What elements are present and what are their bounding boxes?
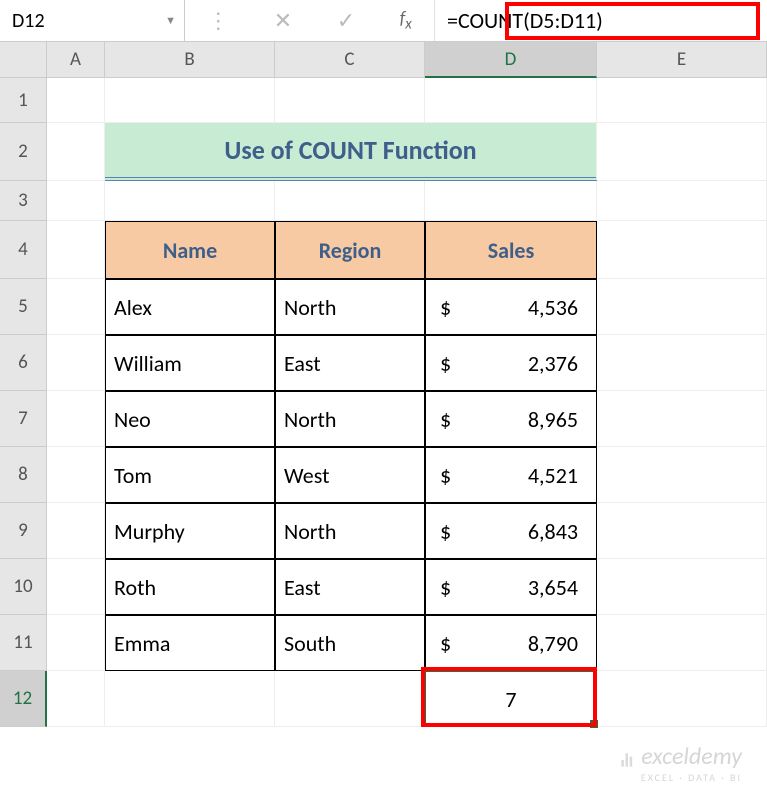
watermark-tagline: EXCEL · DATA · BI	[618, 771, 742, 784]
confirm-icon[interactable]: ✓	[327, 7, 365, 34]
currency-symbol: $	[440, 462, 451, 489]
currency-symbol: $	[440, 294, 451, 321]
cell-sales[interactable]: $4,521	[425, 447, 597, 503]
cell-region[interactable]: South	[275, 615, 425, 671]
col-header-B[interactable]: B	[105, 42, 275, 78]
cell-region[interactable]: North	[275, 279, 425, 335]
row-header-12[interactable]: 12	[0, 671, 47, 727]
cell-sales[interactable]: $2,376	[425, 335, 597, 391]
result-cell[interactable]: 7	[425, 671, 597, 727]
cell-name[interactable]: Roth	[105, 559, 275, 615]
formula-bar-controls: ⋮ ✕ ✓ fx	[185, 0, 435, 41]
sales-value: 8,790	[528, 630, 578, 657]
column-headers: ABCDE	[47, 42, 767, 78]
row-header-4[interactable]: 4	[0, 221, 47, 279]
row-header-2[interactable]: 2	[0, 123, 47, 181]
table-row: NeoNorth$8,965	[47, 391, 767, 447]
cell-name[interactable]: Alex	[105, 279, 275, 335]
row-header-3[interactable]: 3	[0, 181, 47, 221]
cell-sales[interactable]: $8,965	[425, 391, 597, 447]
row-header-9[interactable]: 9	[0, 503, 47, 559]
currency-symbol: $	[440, 630, 451, 657]
cell-region[interactable]: North	[275, 391, 425, 447]
currency-symbol: $	[440, 574, 451, 601]
table-row: RothEast$3,654	[47, 559, 767, 615]
sales-value: 3,654	[528, 574, 578, 601]
table-row: WilliamEast$2,376	[47, 335, 767, 391]
col-header-A[interactable]: A	[47, 42, 105, 78]
cell-sales[interactable]: $8,790	[425, 615, 597, 671]
table-row: MurphyNorth$6,843	[47, 503, 767, 559]
dots-icon: ⋮	[197, 7, 239, 34]
cell-name[interactable]: Tom	[105, 447, 275, 503]
table-row: AlexNorth$4,536	[47, 279, 767, 335]
cell-region[interactable]: North	[275, 503, 425, 559]
sales-value: 2,376	[528, 350, 578, 377]
cell-region[interactable]: East	[275, 335, 425, 391]
cell-name[interactable]: William	[105, 335, 275, 391]
cell-sales[interactable]: $3,654	[425, 559, 597, 615]
sales-value: 8,965	[528, 406, 578, 433]
row-headers: 123456789101112	[0, 78, 47, 727]
formula-input[interactable]: =COUNT(D5:D11)	[435, 7, 767, 34]
header-name[interactable]: Name	[105, 221, 275, 279]
sales-value: 4,536	[528, 294, 578, 321]
col-header-D[interactable]: D	[425, 42, 597, 78]
dropdown-icon[interactable]: ▼	[165, 14, 176, 27]
fx-icon[interactable]: fx	[390, 7, 422, 34]
cell-name[interactable]: Neo	[105, 391, 275, 447]
name-box[interactable]: D12 ▼	[0, 0, 185, 41]
row-header-10[interactable]: 10	[0, 559, 47, 615]
title-cell[interactable]: Use of COUNT Function	[105, 123, 597, 181]
name-box-value: D12	[12, 9, 45, 33]
watermark-title: exceldemy	[641, 742, 742, 771]
table-row: TomWest$4,521	[47, 447, 767, 503]
formula-text: =COUNT(D5:D11)	[447, 7, 603, 34]
sales-value: 6,843	[528, 518, 578, 545]
spreadsheet-grid: ABCDE 123456789101112 Use of COUNT Funct…	[0, 42, 767, 727]
currency-symbol: $	[440, 350, 451, 377]
row-header-11[interactable]: 11	[0, 615, 47, 671]
sales-value: 4,521	[528, 462, 578, 489]
row-header-8[interactable]: 8	[0, 447, 47, 503]
cell-region[interactable]: West	[275, 447, 425, 503]
table-row: EmmaSouth$8,790	[47, 615, 767, 671]
cell-name[interactable]: Emma	[105, 615, 275, 671]
header-sales[interactable]: Sales	[425, 221, 597, 279]
cell-region[interactable]: East	[275, 559, 425, 615]
currency-symbol: $	[440, 406, 451, 433]
row-header-1[interactable]: 1	[0, 78, 47, 123]
currency-symbol: $	[440, 518, 451, 545]
cells-area[interactable]: Use of COUNT Function NameRegionSales Alex…	[47, 78, 767, 727]
row-header-7[interactable]: 7	[0, 391, 47, 447]
col-header-C[interactable]: C	[275, 42, 425, 78]
cell-sales[interactable]: $6,843	[425, 503, 597, 559]
header-region[interactable]: Region	[275, 221, 425, 279]
cancel-icon[interactable]: ✕	[264, 7, 302, 34]
cell-name[interactable]: Murphy	[105, 503, 275, 559]
row-header-6[interactable]: 6	[0, 335, 47, 391]
cell-sales[interactable]: $4,536	[425, 279, 597, 335]
col-header-E[interactable]: E	[597, 42, 767, 78]
row-header-5[interactable]: 5	[0, 279, 47, 335]
select-all-corner[interactable]	[0, 42, 47, 78]
chart-icon	[618, 750, 638, 770]
watermark: exceldemy EXCEL · DATA · BI	[618, 742, 742, 784]
formula-bar: D12 ▼ ⋮ ✕ ✓ fx =COUNT(D5:D11)	[0, 0, 767, 42]
